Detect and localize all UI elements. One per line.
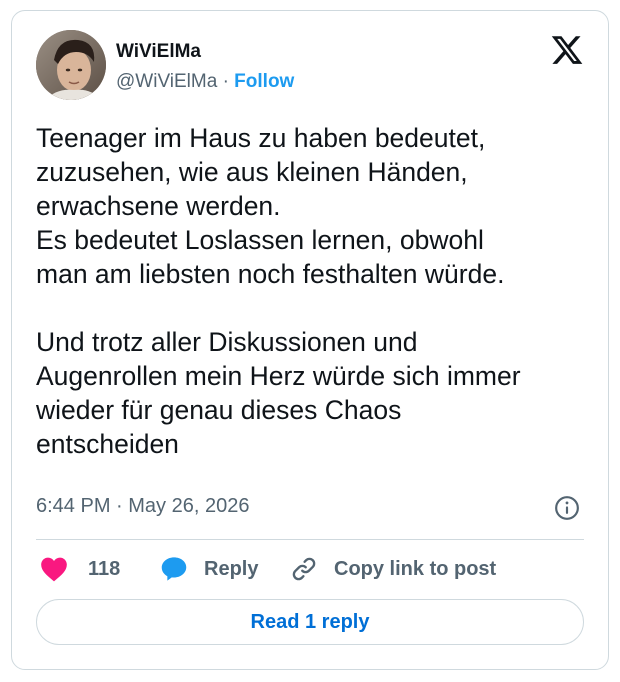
tweet-line: erwachsene werden. [36, 191, 281, 221]
tweet-line: Teenager im Haus zu haben bedeutet, [36, 123, 486, 153]
divider [36, 539, 584, 540]
copy-link-button[interactable]: Copy link to post [290, 551, 496, 587]
like-button[interactable]: 118 [40, 551, 120, 587]
author-handle-row: @WiViElMa · Follow [116, 71, 294, 93]
tweet-line: man am liebsten noch festhalten würde. [36, 259, 505, 289]
read-replies-button[interactable]: Read 1 reply [36, 599, 584, 645]
follow-button[interactable]: Follow [234, 71, 294, 92]
author-handle[interactable]: @WiViElMa [116, 71, 217, 92]
tweet-paragraph-2: Und trotz aller Diskussionen und Augenro… [36, 325, 596, 461]
tweet-line: wieder für genau dieses Chaos [36, 395, 402, 425]
x-logo-icon[interactable] [550, 33, 584, 67]
separator-dot: · [222, 71, 229, 92]
copy-link-label: Copy link to post [334, 557, 497, 580]
tweet-card: WiViElMa @WiViElMa · Follow Teenager im … [11, 10, 609, 670]
tweet-timestamp[interactable]: 6:44 PM · May 26, 2026 [36, 495, 249, 518]
tweet-line: Augenrollen mein Herz würde sich immer [36, 361, 521, 391]
reply-button[interactable]: Reply [160, 551, 258, 587]
info-icon[interactable] [554, 495, 580, 521]
reply-label: Reply [204, 557, 259, 580]
action-bar: 118 Reply Copy link to post [36, 551, 596, 587]
like-count: 118 [88, 557, 121, 580]
tweet-line: entscheiden [36, 429, 179, 459]
tweet-line: Und trotz aller Diskussionen und [36, 327, 418, 357]
tweet-text: Teenager im Haus zu haben bedeutet, zuzu… [36, 121, 596, 461]
heart-icon [41, 557, 67, 582]
avatar[interactable] [36, 30, 106, 100]
tweet-line: zuzusehen, wie aus kleinen Händen, [36, 157, 468, 187]
tweet-line: Es bedeutet Loslassen lernen, obwohl [36, 225, 484, 255]
link-icon [292, 557, 316, 581]
author-display-name[interactable]: WiViElMa [116, 41, 201, 63]
speech-bubble-icon [161, 557, 187, 581]
tweet-paragraph-1: Teenager im Haus zu haben bedeutet, zuzu… [36, 121, 596, 291]
